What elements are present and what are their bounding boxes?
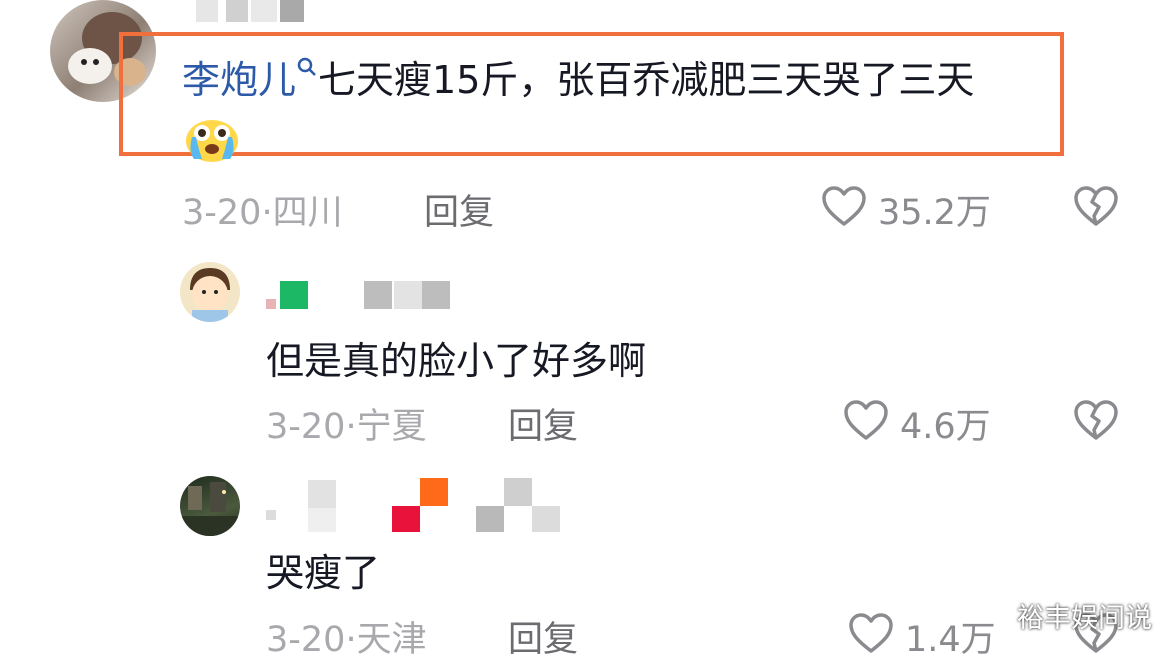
comment-text: 哭瘦了 <box>266 551 381 595</box>
broken-heart-icon[interactable] <box>1073 399 1119 441</box>
heart-outline-icon[interactable] <box>821 185 867 227</box>
comment-location: 四川 <box>272 193 343 233</box>
blurred-username <box>196 0 306 22</box>
broken-heart-icon[interactable] <box>1073 185 1119 227</box>
comment-meta: 3-20·宁夏 <box>266 398 427 449</box>
separator: · <box>345 620 357 660</box>
reply-button[interactable]: 回复 <box>508 398 578 449</box>
comment-location: 宁夏 <box>356 407 427 447</box>
avatar[interactable] <box>180 476 240 536</box>
comment-location: 天津 <box>356 620 427 660</box>
search-icon[interactable] <box>296 56 318 78</box>
comment-meta: 3-20·天津 <box>266 611 427 662</box>
blurred-username <box>264 281 454 309</box>
blurred-username <box>264 476 564 536</box>
comment-date: 3-20 <box>182 193 262 233</box>
comment-1-body: 李炮儿 七天瘦15斤，张百乔减肥三天哭了三天 <box>182 52 974 108</box>
like-count: 1.4万 <box>905 620 996 660</box>
watermark: 裕丰娱间说 <box>1017 603 1152 634</box>
username-link[interactable]: 李炮儿 <box>182 58 296 102</box>
heart-outline-icon[interactable] <box>848 612 894 654</box>
comment-date: 3-20 <box>266 620 346 660</box>
avatar[interactable] <box>180 262 240 322</box>
reply-button[interactable]: 回复 <box>508 611 578 662</box>
comment-meta: 3-20·四川 <box>182 184 343 235</box>
comment-date: 3-20 <box>266 407 346 447</box>
comment-text: 七天瘦15斤，张百乔减肥三天哭了三天 <box>318 58 975 102</box>
comment-text: 但是真的脸小了好多啊 <box>266 339 647 383</box>
crying-emoji-icon <box>184 115 240 163</box>
separator: · <box>345 407 357 447</box>
like-count: 35.2万 <box>878 193 991 233</box>
like-count: 4.6万 <box>900 407 991 447</box>
heart-outline-icon[interactable] <box>843 399 889 441</box>
reply-button[interactable]: 回复 <box>424 184 494 235</box>
separator: · <box>261 193 273 233</box>
